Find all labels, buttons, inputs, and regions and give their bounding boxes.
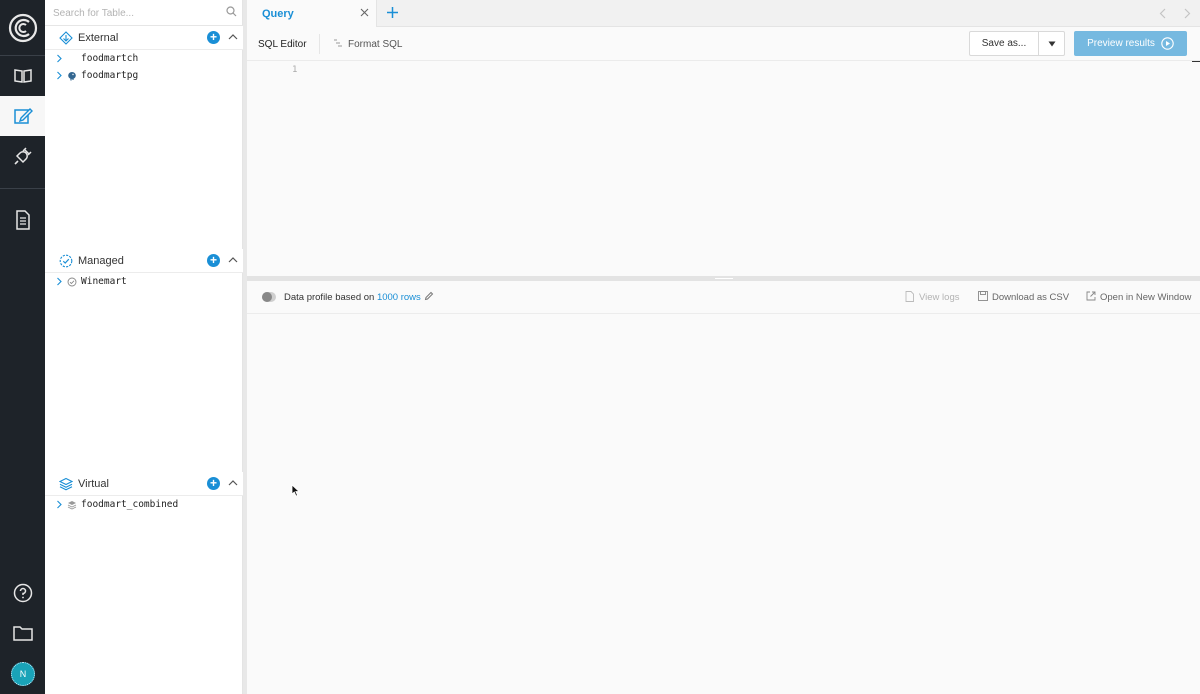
play-circle-icon	[1161, 37, 1174, 50]
pencil-icon[interactable]	[424, 291, 434, 301]
search-icon[interactable]	[226, 6, 237, 17]
view-logs-button[interactable]: View logs	[919, 292, 960, 303]
save-options-dropdown[interactable]	[1038, 31, 1065, 56]
chevron-up-icon[interactable]	[228, 32, 238, 42]
data-profile-prefix: Data profile based on	[284, 292, 377, 303]
table-search	[45, 0, 243, 26]
add-managed-button[interactable]: +	[207, 254, 220, 267]
edit-icon	[13, 108, 33, 124]
chevron-left-icon[interactable]	[1159, 8, 1167, 19]
scrollbar-marker	[1192, 61, 1200, 62]
section-managed[interactable]: Managed +	[45, 249, 243, 273]
connections-nav-button[interactable]	[0, 136, 45, 176]
layers-icon	[59, 477, 73, 491]
results-area	[247, 314, 1200, 694]
mouse-cursor-icon	[291, 484, 300, 497]
postgres-icon	[68, 72, 76, 81]
external-link-icon	[1086, 291, 1096, 301]
open-new-window-button[interactable]: Open in New Window	[1100, 292, 1191, 303]
app-logo[interactable]	[0, 0, 45, 55]
logs-icon	[905, 291, 914, 302]
data-profile-text: Data profile based on 1000 rows	[284, 292, 421, 303]
catalog-nav-button[interactable]	[0, 56, 45, 96]
tree-item-label: foodmartch	[81, 53, 139, 64]
tree-item-foodmartpg[interactable]: foodmartpg	[45, 68, 243, 84]
chevron-right-icon[interactable]	[1183, 8, 1191, 19]
chevron-right-icon[interactable]	[56, 500, 63, 509]
rail-divider	[0, 188, 45, 189]
logo-icon	[8, 13, 37, 42]
tab-label: Query	[262, 8, 294, 20]
toolbar-separator	[319, 34, 320, 54]
results-toolbar: Data profile based on 1000 rows View log…	[247, 281, 1200, 314]
tree-item-foodmartch[interactable]: foodmartch	[45, 51, 243, 67]
managed-badge-icon	[67, 277, 77, 287]
chevron-right-icon[interactable]	[56, 277, 63, 286]
format-sql-button[interactable]: Format SQL	[348, 39, 402, 50]
add-external-button[interactable]: +	[207, 31, 220, 44]
folder-icon	[12, 626, 33, 641]
sql-editor[interactable]: 1	[247, 61, 1200, 276]
section-virtual[interactable]: Virtual +	[45, 472, 243, 496]
sql-editor-tab[interactable]: SQL Editor	[258, 39, 307, 50]
chevron-up-icon[interactable]	[228, 255, 238, 265]
editor-toolbar: SQL Editor Format SQL Save as... Preview…	[247, 27, 1200, 61]
section-title: Managed	[78, 255, 124, 267]
resize-grip	[715, 278, 733, 279]
section-title: External	[78, 32, 119, 44]
app-window: N External + foodmartch	[0, 0, 1200, 694]
left-rail: N	[0, 0, 45, 694]
table-search-input[interactable]	[53, 4, 218, 22]
files-nav-button[interactable]	[0, 613, 45, 653]
book-icon	[13, 69, 32, 83]
tab-bar: Query	[247, 0, 1200, 27]
close-icon[interactable]	[360, 8, 369, 17]
line-number: 1	[292, 65, 298, 75]
tree-item-label: Winemart	[81, 276, 127, 287]
tree-item-label: foodmart_combined	[81, 499, 179, 510]
chevron-up-icon[interactable]	[228, 478, 238, 488]
main-panel: Query SQL Editor Format SQL Save as... P…	[247, 0, 1200, 694]
caret-down-icon	[1048, 41, 1055, 46]
preview-results-button[interactable]: Preview results	[1074, 31, 1187, 56]
schema-sidebar: External + foodmartch foodmartpg	[45, 0, 243, 694]
save-disk-icon	[978, 291, 988, 301]
help-icon	[13, 583, 32, 603]
format-icon[interactable]	[333, 38, 343, 48]
document-icon	[15, 210, 30, 230]
preview-results-label: Preview results	[1087, 38, 1155, 49]
section-external[interactable]: External +	[45, 26, 243, 50]
chevron-right-icon[interactable]	[56, 71, 63, 80]
section-title: Virtual	[78, 478, 109, 490]
tab-query[interactable]: Query	[247, 0, 377, 27]
help-nav-button[interactable]	[0, 573, 45, 613]
external-source-icon	[59, 31, 73, 45]
rows-count-link[interactable]: 1000 rows	[377, 292, 421, 303]
tree-item-foodmart-combined[interactable]: foodmart_combined	[45, 497, 243, 513]
plug-icon	[13, 147, 32, 165]
tree-item-winemart[interactable]: Winemart	[45, 274, 243, 290]
save-as-button[interactable]: Save as...	[969, 31, 1039, 56]
layers-icon	[67, 501, 77, 510]
user-avatar[interactable]: N	[11, 662, 35, 686]
data-profile-toggle[interactable]	[262, 292, 276, 302]
chevron-right-icon[interactable]	[56, 54, 63, 63]
tree-item-label: foodmartpg	[81, 70, 139, 81]
add-virtual-button[interactable]: +	[207, 477, 220, 490]
managed-badge-icon	[59, 254, 73, 268]
download-csv-button[interactable]: Download as CSV	[992, 292, 1069, 303]
query-editor-nav-button[interactable]	[0, 96, 45, 136]
docs-nav-button[interactable]	[0, 200, 45, 240]
add-tab-icon[interactable]	[386, 6, 399, 19]
